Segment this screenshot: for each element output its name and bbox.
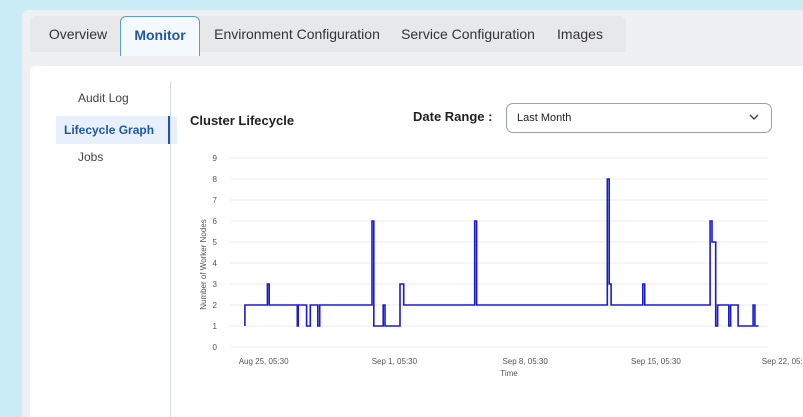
x-tick-label: Sep 8, 05:30 [502,357,548,366]
x-tick-label: Sep 15, 05:30 [631,357,681,366]
y-tick-label: 9 [213,154,218,163]
x-tick-label: Aug 25, 05:30 [239,357,289,366]
series-line [244,178,759,327]
x-axis-label: Time [500,369,518,378]
y-tick-label: 0 [213,343,218,352]
lifecycle-chart: 0 1 2 3 4 5 6 7 8 9 Aug 25, 05:30 Sep 1, 05:30 Sep 8… [199,154,803,378]
y-tick-label: 6 [213,217,218,226]
y-tick-label: 2 [213,301,218,310]
y-tick-label: 8 [213,175,218,184]
x-tick-label: Sep 1, 05:30 [372,357,418,366]
y-tick-label: 1 [213,322,218,331]
y-tick-label: 4 [213,259,218,268]
y-tick-label: 7 [213,196,218,205]
y-tick-label: 3 [213,280,218,289]
y-axis-label: Number of Worker Nodes [199,219,208,310]
y-tick-label: 5 [213,238,218,247]
x-tick-label: Sep 22, 05:30 [762,357,803,366]
